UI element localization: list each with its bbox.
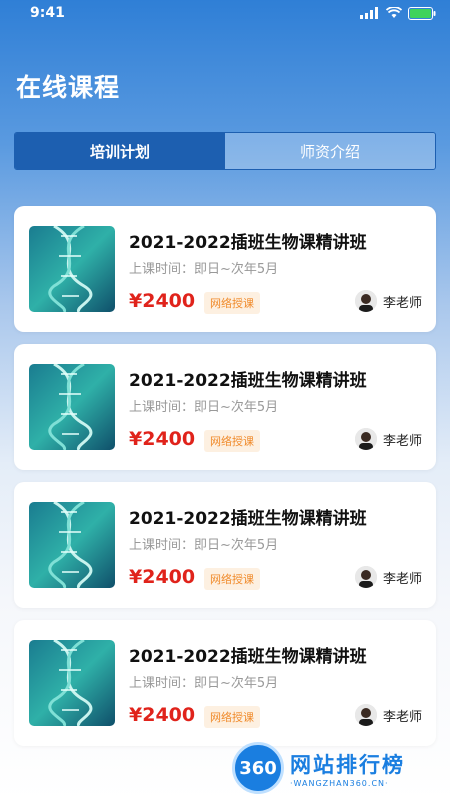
watermark-text: 网站排行榜 ·WANGZHAN360.CN· — [290, 749, 405, 788]
course-time: 上课时间：即日~次年5月 — [129, 676, 279, 691]
teacher-info: 李老师 — [354, 290, 422, 312]
teacher-avatar — [354, 290, 377, 312]
status-time: 9:41 — [30, 5, 65, 21]
course-card[interactable]: 2021-2022插班生物课精讲班 上课时间：即日~次年5月 ¥2400 网络授… — [14, 344, 436, 470]
watermark-subtitle: ·WANGZHAN360.CN· — [290, 778, 389, 788]
course-price: ¥2400 — [129, 704, 196, 726]
teacher-info: 李老师 — [354, 566, 422, 588]
course-price: ¥2400 — [129, 566, 196, 588]
battery-icon — [408, 6, 436, 20]
course-mode-badge: 网络授课 — [204, 430, 260, 452]
course-time: 上课时间：即日~次年5月 — [129, 262, 279, 277]
course-mode-badge: 网络授课 — [204, 706, 260, 728]
teacher-info: 李老师 — [354, 428, 422, 450]
course-price: ¥2400 — [129, 290, 196, 312]
course-price: ¥2400 — [129, 428, 196, 450]
course-mode-badge: 网络授课 — [204, 568, 260, 590]
course-card[interactable]: 2021-2022插班生物课精讲班 上课时间：即日~次年5月 ¥2400 网络授… — [14, 206, 436, 332]
course-thumbnail — [29, 502, 115, 588]
teacher-name: 李老师 — [382, 571, 422, 587]
watermark-logo: 360 — [232, 742, 284, 794]
tab-bar: 培训计划 师资介绍 — [14, 132, 436, 170]
course-title: 2021-2022插班生物课精讲班 — [129, 233, 367, 253]
course-thumbnail — [29, 640, 115, 726]
teacher-info: 李老师 — [354, 704, 422, 726]
course-mode-badge: 网络授课 — [204, 292, 260, 314]
course-thumbnail — [29, 226, 115, 312]
signal-icon — [360, 7, 378, 19]
course-title: 2021-2022插班生物课精讲班 — [129, 371, 367, 391]
course-list: 2021-2022插班生物课精讲班 上课时间：即日~次年5月 ¥2400 网络授… — [14, 206, 436, 758]
teacher-avatar — [354, 704, 377, 726]
teacher-name: 李老师 — [382, 709, 422, 725]
teacher-avatar — [354, 566, 377, 588]
teacher-avatar — [354, 428, 377, 450]
watermark: 360 网站排行榜 ·WANGZHAN360.CN· — [232, 740, 444, 796]
course-card[interactable]: 2021-2022插班生物课精讲班 上课时间：即日~次年5月 ¥2400 网络授… — [14, 482, 436, 608]
course-thumbnail — [29, 364, 115, 450]
tab-training-plan[interactable]: 培训计划 — [15, 133, 225, 169]
tab-teachers[interactable]: 师资介绍 — [225, 133, 435, 169]
status-bar: 9:41 — [0, 0, 450, 26]
wifi-icon — [386, 7, 402, 18]
course-time: 上课时间：即日~次年5月 — [129, 400, 279, 415]
course-title: 2021-2022插班生物课精讲班 — [129, 509, 367, 529]
course-title: 2021-2022插班生物课精讲班 — [129, 647, 367, 667]
status-icons — [360, 6, 436, 20]
watermark-title: 网站排行榜 — [290, 752, 405, 777]
teacher-name: 李老师 — [382, 433, 422, 449]
course-card[interactable]: 2021-2022插班生物课精讲班 上课时间：即日~次年5月 ¥2400 网络授… — [14, 620, 436, 746]
course-time: 上课时间：即日~次年5月 — [129, 538, 279, 553]
teacher-name: 李老师 — [382, 295, 422, 311]
page-title: 在线课程 — [16, 73, 121, 102]
